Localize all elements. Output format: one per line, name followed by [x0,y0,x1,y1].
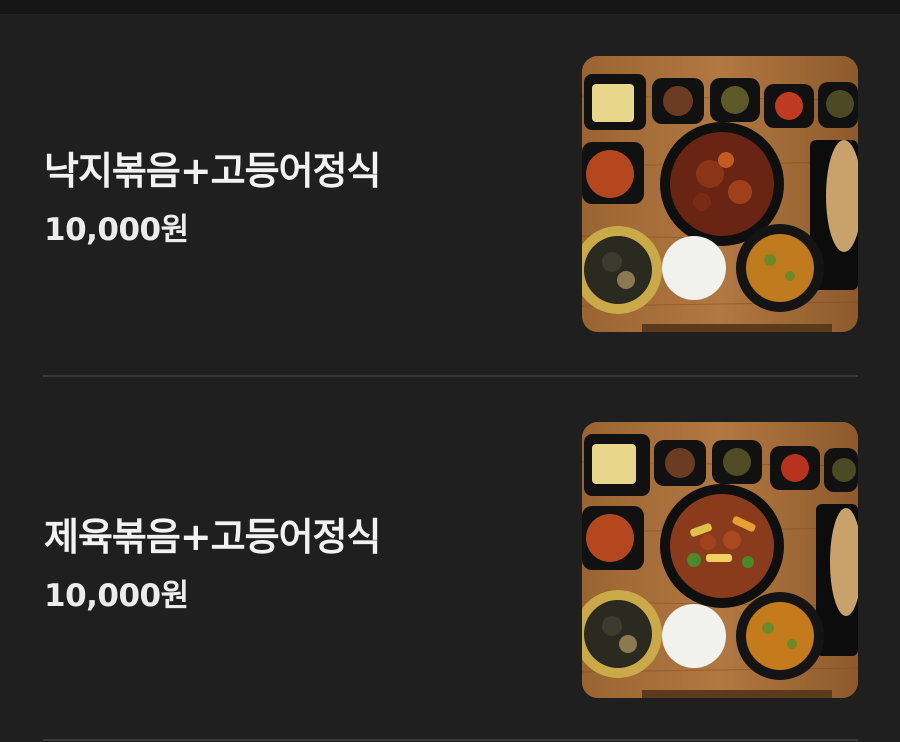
menu-item-price: 10,000원 [44,212,189,248]
list-divider [43,739,858,741]
list-item[interactable]: 제육볶음+고등어정식 10,000원 [0,378,900,740]
menu-item-name: 낙지볶음+고등어정식 [44,149,381,193]
menu-item-price: 10,000원 [44,578,189,614]
status-bar [0,0,900,14]
list-divider [43,375,858,377]
menu-item-photo[interactable] [582,56,858,332]
menu-item-photo[interactable] [582,422,858,698]
menu-item-name: 제육볶음+고등어정식 [44,515,381,559]
list-item[interactable]: 낙지볶음+고등어정식 10,000원 [0,14,900,376]
